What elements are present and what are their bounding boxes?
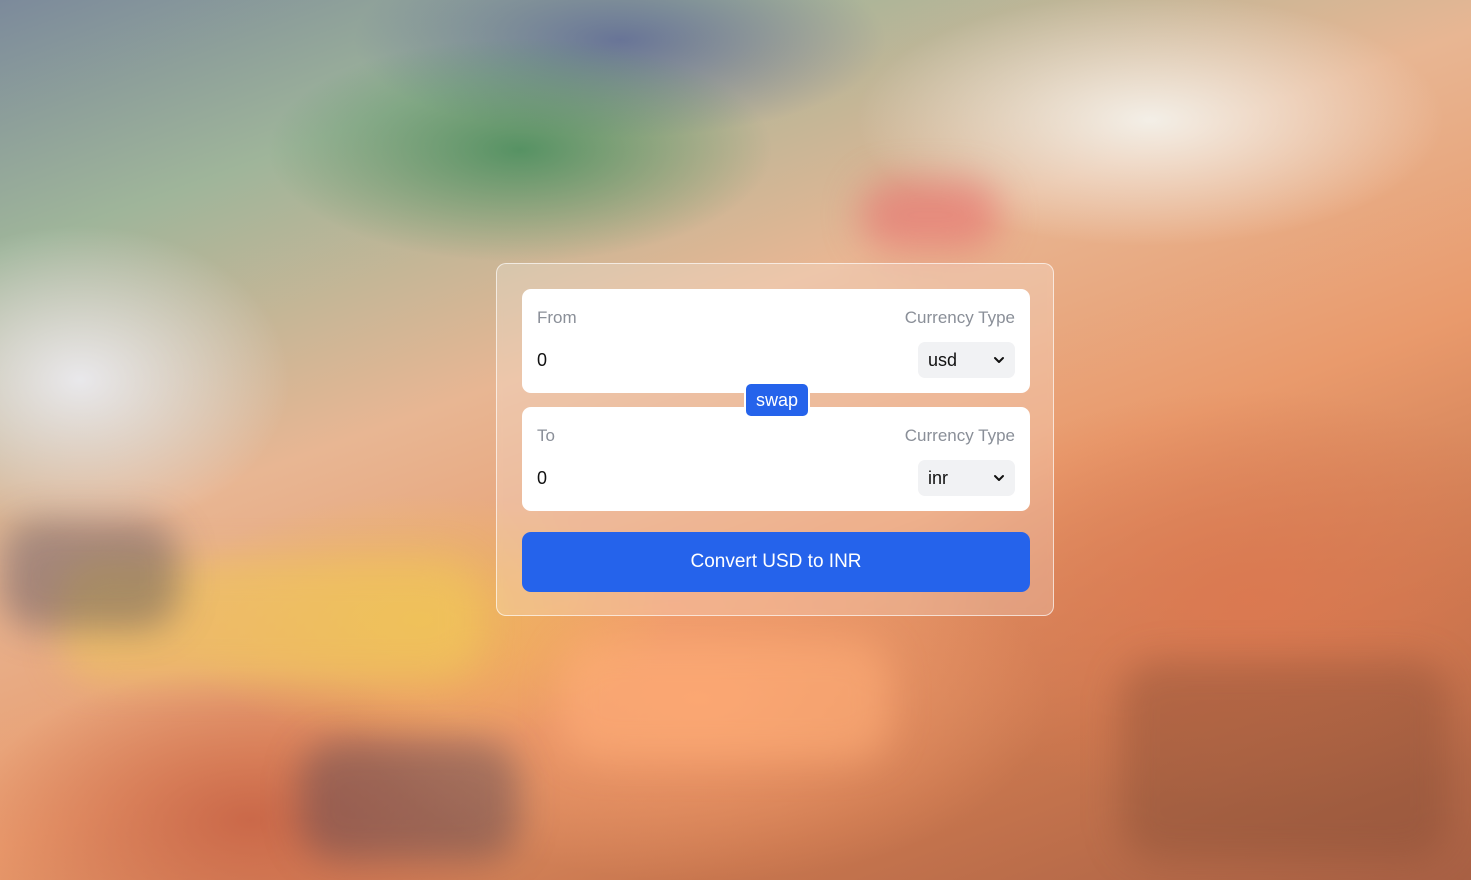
chevron-down-icon <box>994 475 1004 481</box>
to-currency-type-label: Currency Type <box>904 426 1015 445</box>
from-field-box: From Currency Type usd <box>522 289 1030 393</box>
to-currency-value: inr <box>928 467 949 488</box>
from-amount-input[interactable] <box>537 344 837 376</box>
chevron-down-icon <box>994 357 1004 363</box>
from-currency-value: usd <box>928 349 958 370</box>
converter-card: From Currency Type usd To Currency Type … <box>496 263 1054 616</box>
to-amount-input[interactable] <box>537 462 837 494</box>
to-currency-select[interactable]: inr <box>918 460 1015 496</box>
from-currency-select[interactable]: usd <box>918 342 1015 378</box>
to-field-box: To Currency Type inr <box>522 407 1030 511</box>
from-currency-type-label: Currency Type <box>904 308 1015 327</box>
convert-button[interactable]: Convert USD to INR <box>522 532 1030 592</box>
to-label: To <box>537 426 555 445</box>
from-label: From <box>537 308 577 327</box>
swap-button[interactable]: swap <box>744 382 810 418</box>
